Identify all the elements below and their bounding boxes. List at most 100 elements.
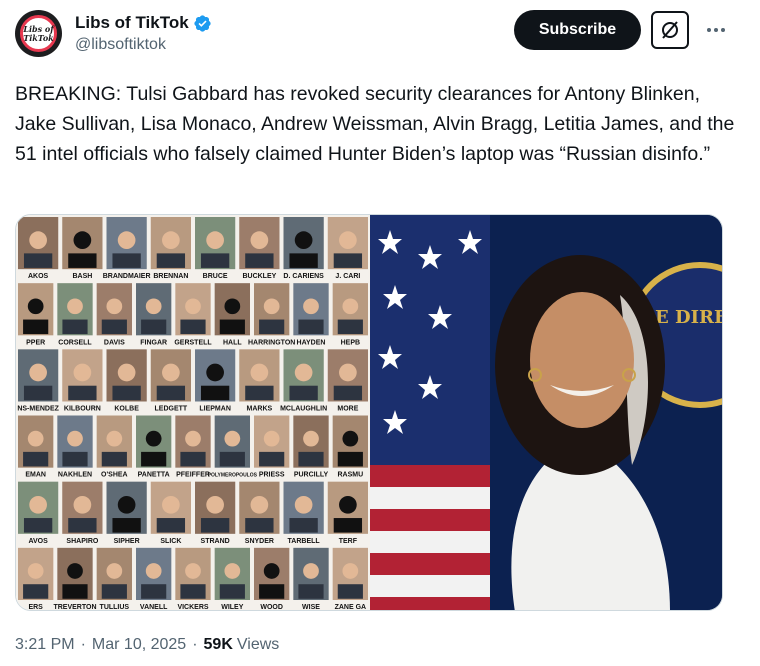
collage-body	[23, 319, 49, 335]
collage-face	[67, 563, 83, 579]
collage-body	[219, 451, 245, 467]
author-display-name[interactable]: Libs of TikTok	[75, 13, 189, 33]
collage-body	[141, 319, 167, 335]
collage-name-label: WILEY	[221, 604, 243, 611]
tweet-time[interactable]: 3:21 PM	[15, 636, 75, 654]
collage-body	[298, 584, 324, 599]
collage-face	[106, 430, 123, 447]
collage-body	[156, 385, 186, 401]
collage-body	[68, 385, 97, 401]
collage-cell: ZANE GA	[332, 547, 368, 610]
views-count[interactable]: 59K	[204, 636, 233, 654]
collage-face	[250, 495, 269, 514]
collage-cell: TERF	[327, 481, 368, 545]
collage-face	[294, 363, 313, 382]
grok-icon	[662, 21, 678, 39]
collage-face	[29, 231, 47, 249]
avatar-logo: Libs of TikTok	[20, 15, 57, 52]
collage-name-label: NAKHLEN	[58, 472, 92, 479]
collage-name-label: MCLAUGHLIN	[280, 406, 327, 413]
collage-body	[68, 253, 97, 268]
collage-cell: STRAND	[195, 481, 236, 545]
portrait-image: E DIRE	[370, 215, 723, 610]
collage-name-label: SHAPIRO	[66, 538, 98, 545]
collage-name-label: PURCILLY	[294, 472, 329, 479]
collage-cell: AVOS	[18, 481, 59, 545]
collage-face	[162, 231, 180, 249]
collage-cell: LIEPMAN	[195, 349, 236, 413]
collage-body	[101, 451, 127, 467]
collage-cell: FINGAR	[136, 283, 172, 346]
collage-body	[298, 319, 324, 335]
collage-cell: PFEIFFER	[175, 415, 211, 479]
collage-cell: MARKS	[239, 349, 280, 413]
collage-cell: PRIESS	[254, 415, 290, 479]
collage-body	[68, 518, 97, 533]
collage-name-label: GERSTELL	[174, 339, 212, 346]
separator-dot: ·	[80, 636, 86, 653]
collage-cell: TARBELL	[283, 481, 324, 545]
grok-button[interactable]	[651, 11, 689, 49]
collage-face	[145, 430, 162, 447]
seal-text: E DIRE	[655, 307, 723, 328]
tweet-media[interactable]: AKOS BASH BRANDMAIER BRENNAN BRUCE BUCKLEY D. …	[15, 214, 723, 611]
collage-body	[245, 518, 274, 533]
collage-name-label: VICKERS	[177, 604, 208, 611]
subscribe-button[interactable]: Subscribe	[514, 10, 641, 50]
collage-cell: LEDGETT	[150, 349, 191, 413]
collage-face	[342, 563, 359, 579]
collage-body	[259, 319, 285, 335]
author-handle[interactable]: @libsoftiktok	[75, 36, 166, 54]
collage-cell: KILBOURN	[62, 349, 103, 413]
collage-body	[112, 518, 141, 533]
collage-cell: MCLAUGHLIN	[280, 349, 327, 413]
collage-cell: SNYDER	[239, 481, 280, 545]
collage-face	[73, 363, 92, 382]
collage-body	[141, 451, 167, 467]
collage-cell: BUCKLEY	[239, 217, 280, 280]
collage-name-label: AKOS	[28, 273, 49, 280]
collage-face	[250, 363, 269, 382]
collage-name-label: BRENNAN	[153, 273, 188, 280]
collage-face	[67, 430, 83, 447]
collage-cell: ERS	[18, 547, 54, 611]
collage-face	[294, 495, 313, 514]
collage-cell: BRANDMAIER	[103, 217, 151, 280]
collage-body	[200, 385, 230, 401]
collage-body	[245, 385, 274, 401]
collage-cell: WOOD	[254, 547, 290, 610]
more-button[interactable]	[697, 11, 735, 49]
officials-collage-image: AKOS BASH BRANDMAIER BRENNAN BRUCE BUCKLEY D. …	[16, 215, 370, 611]
collage-name-label: NS-MENDEZ	[17, 406, 59, 413]
collage-cell: DAVIS	[96, 283, 132, 346]
collage-name-label: RASMU	[337, 472, 363, 479]
collage-body	[337, 319, 363, 335]
collage-body	[112, 385, 141, 401]
collage-cell: HALL	[214, 283, 250, 346]
collage-face	[303, 430, 319, 447]
collage-name-label: HEPB	[341, 339, 360, 346]
collage-body	[333, 253, 363, 268]
collage-face	[339, 363, 357, 382]
collage-cell: PANETTA	[136, 415, 172, 479]
collage-name-label: VANELL	[140, 604, 168, 611]
collage-face	[303, 298, 319, 315]
collage-name-label: BRANDMAIER	[103, 273, 151, 280]
collage-face	[117, 363, 136, 382]
collage-name-label: MORE	[337, 406, 358, 413]
collage-face	[339, 495, 357, 514]
collage-body	[337, 584, 363, 599]
separator-dot: ·	[192, 636, 198, 653]
collage-name-label: ERS	[28, 604, 43, 611]
collage-body	[259, 584, 285, 599]
collage-cell: SIPHER	[106, 481, 147, 545]
verified-badge-icon[interactable]	[193, 14, 212, 33]
avatar[interactable]: Libs of TikTok	[15, 10, 62, 57]
collage-body	[200, 518, 230, 533]
tweet-date[interactable]: Mar 10, 2025	[92, 636, 186, 654]
collage-face	[263, 563, 280, 579]
views-label: Views	[236, 636, 280, 653]
collage-name-label: PANETTA	[138, 472, 170, 479]
collage-body	[289, 518, 318, 533]
author-name-row: Libs of TikTok	[75, 13, 212, 33]
